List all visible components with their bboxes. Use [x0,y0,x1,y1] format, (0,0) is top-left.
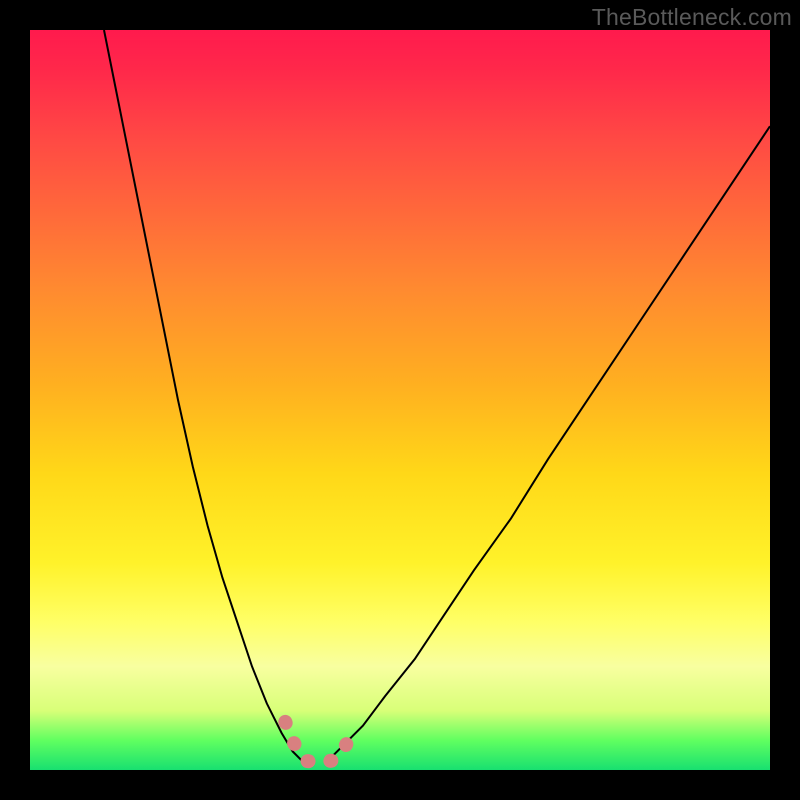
valley-highlight-marker [285,722,352,763]
outer-frame: TheBottleneck.com [0,0,800,800]
plot-area [30,30,770,770]
curve-svg [30,30,770,770]
curve-left-branch [104,30,304,763]
watermark-text: TheBottleneck.com [592,4,792,31]
curve-right-branch [326,126,770,762]
